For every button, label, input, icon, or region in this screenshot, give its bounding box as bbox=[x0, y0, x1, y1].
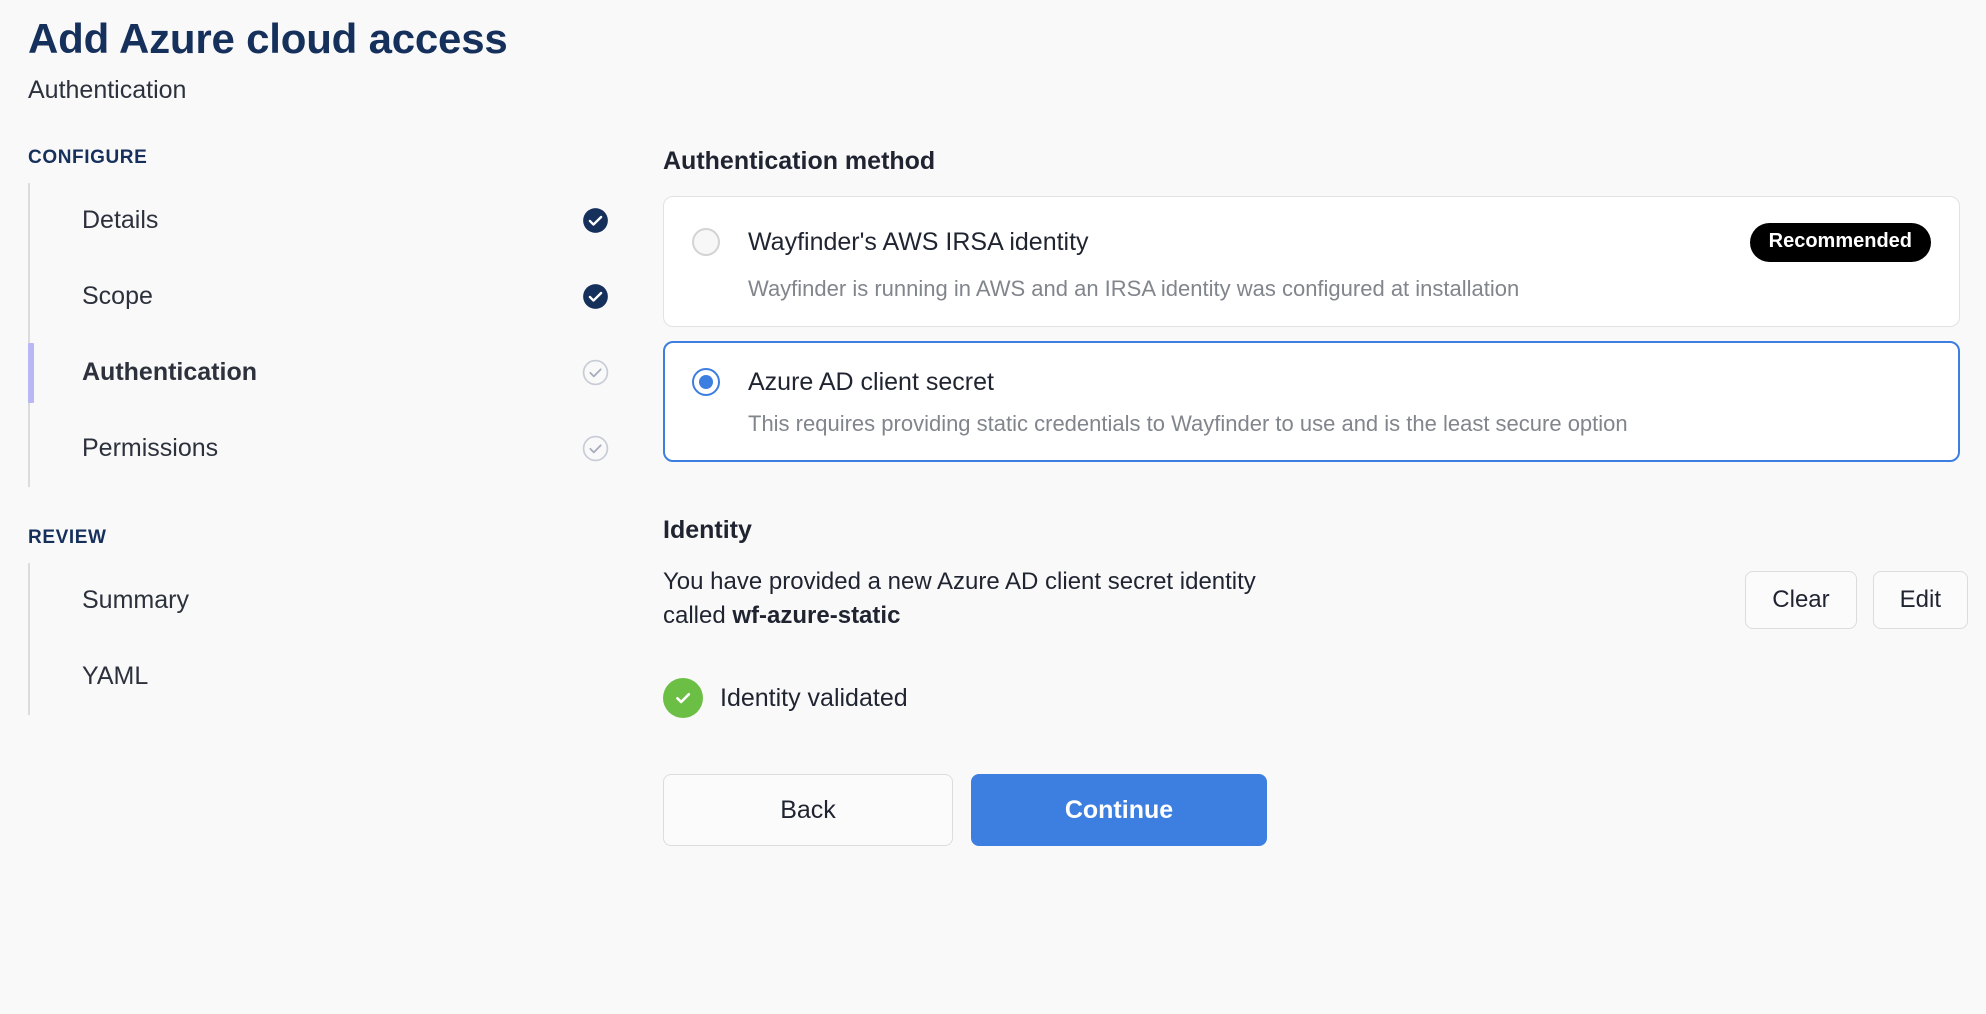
page-subtitle: Authentication bbox=[28, 75, 187, 104]
wizard-sidebar: CONFIGURE Details Scope Authentication P… bbox=[0, 147, 655, 715]
sidebar-item-permissions[interactable]: Permissions bbox=[30, 411, 655, 487]
auth-option-description: Wayfinder is running in AWS and an IRSA … bbox=[748, 275, 1520, 301]
wizard-body: CONFIGURE Details Scope Authentication P… bbox=[0, 147, 1986, 847]
sidebar-item-authentication[interactable]: Authentication bbox=[28, 335, 655, 411]
wizard-main-content: Authentication method Wayfinder's AWS IR… bbox=[655, 147, 1986, 847]
auth-option-label: Wayfinder's AWS IRSA identity bbox=[748, 227, 1089, 256]
nav-heading-review: REVIEW bbox=[28, 526, 107, 548]
nav-list-review: Summary YAML bbox=[28, 562, 655, 715]
sidebar-item-yaml[interactable]: YAML bbox=[30, 639, 655, 715]
identity-validated-label: Identity validated bbox=[720, 683, 908, 712]
sidebar-item-scope[interactable]: Scope bbox=[30, 259, 655, 335]
nav-section-configure: CONFIGURE Details Scope Authentication P… bbox=[28, 147, 655, 487]
identity-section: Identity You have provided a new Azure A… bbox=[663, 515, 1968, 847]
identity-description: You have provided a new Azure AD client … bbox=[663, 565, 1283, 635]
nav-heading-configure: CONFIGURE bbox=[28, 146, 148, 168]
check-circle-success-icon bbox=[663, 678, 703, 719]
radio-irsa[interactable] bbox=[692, 228, 720, 257]
continue-button[interactable]: Continue bbox=[971, 774, 1267, 847]
auth-option-azure-client-secret[interactable]: Azure AD client secret This requires pro… bbox=[663, 340, 1960, 462]
auth-option-row: Wayfinder's AWS IRSA identity Recommende… bbox=[692, 222, 1931, 262]
edit-button[interactable]: Edit bbox=[1872, 570, 1968, 630]
identity-validated-status: Identity validated bbox=[663, 678, 1960, 719]
identity-action-buttons: Clear Edit bbox=[1745, 565, 1968, 630]
active-indicator-bar bbox=[28, 342, 34, 403]
check-circle-filled-icon bbox=[582, 283, 609, 310]
sidebar-item-label: Summary bbox=[82, 586, 189, 615]
sidebar-item-summary[interactable]: Summary bbox=[30, 563, 655, 639]
back-button[interactable]: Back bbox=[663, 774, 953, 847]
identity-heading: Identity bbox=[663, 515, 752, 544]
check-circle-outline-icon bbox=[582, 359, 609, 386]
sidebar-item-label: Scope bbox=[82, 282, 153, 311]
clear-button[interactable]: Clear bbox=[1745, 570, 1857, 630]
auth-method-heading: Authentication method bbox=[663, 146, 936, 175]
page-header: Add Azure cloud access Authentication bbox=[0, 0, 1986, 105]
auth-option-row: Azure AD client secret bbox=[692, 368, 1931, 397]
wizard-footer-actions: Back Continue bbox=[663, 774, 1960, 847]
sidebar-item-label: Authentication bbox=[82, 358, 257, 387]
auth-option-label: Azure AD client secret bbox=[748, 367, 994, 396]
nav-list-configure: Details Scope Authentication Permissions bbox=[28, 182, 655, 487]
nav-section-review: REVIEW Summary YAML bbox=[28, 527, 655, 715]
auth-option-description: This requires providing static credentia… bbox=[748, 410, 1628, 436]
check-circle-outline-icon bbox=[582, 435, 609, 462]
sidebar-item-label: YAML bbox=[82, 662, 149, 691]
auth-option-irsa[interactable]: Wayfinder's AWS IRSA identity Recommende… bbox=[663, 195, 1960, 327]
radio-azure-client-secret[interactable] bbox=[692, 368, 720, 397]
identity-name: wf-azure-static bbox=[732, 602, 901, 630]
identity-summary-row: You have provided a new Azure AD client … bbox=[663, 565, 1968, 635]
add-cloud-access-wizard: Add Azure cloud access Authentication CO… bbox=[0, 0, 1986, 1014]
sidebar-item-label: Details bbox=[82, 206, 159, 235]
sidebar-item-details[interactable]: Details bbox=[30, 183, 655, 259]
recommended-badge: Recommended bbox=[1749, 222, 1931, 262]
check-circle-filled-icon bbox=[582, 207, 609, 234]
page-title: Add Azure cloud access bbox=[28, 15, 508, 62]
sidebar-item-label: Permissions bbox=[82, 434, 219, 463]
